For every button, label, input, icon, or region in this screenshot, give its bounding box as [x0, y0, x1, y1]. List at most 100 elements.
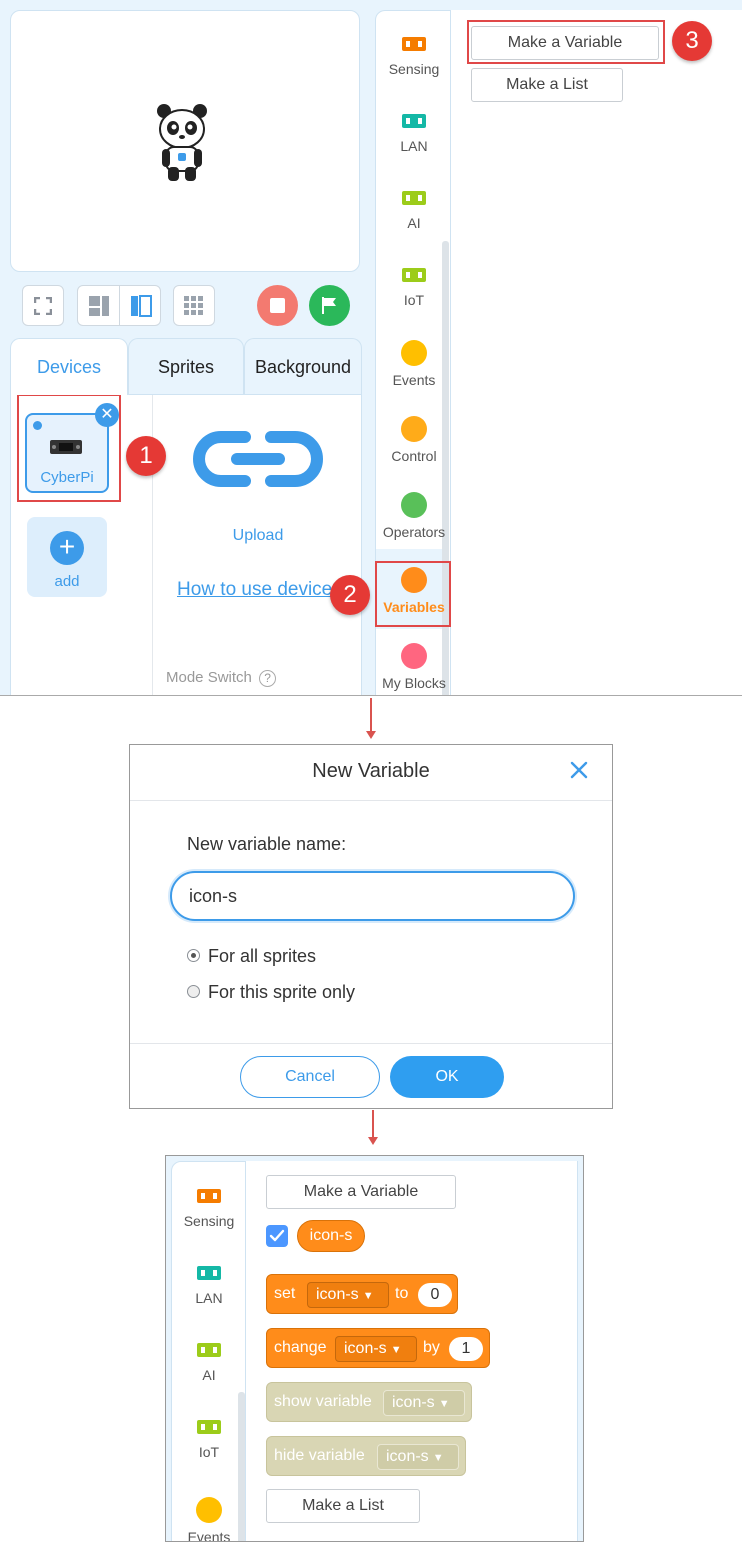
- layout-toggle[interactable]: [77, 285, 161, 326]
- category-operators[interactable]: Operators: [376, 492, 452, 540]
- stop-button[interactable]: [257, 285, 298, 326]
- radio-label: For all sprites: [208, 946, 317, 966]
- stage[interactable]: [10, 10, 360, 272]
- category-label: AI: [407, 215, 421, 231]
- hide-label: hide variable: [274, 1447, 365, 1464]
- category-control[interactable]: Control: [376, 416, 452, 464]
- operators-dot-icon: [401, 492, 427, 518]
- category-sensing[interactable]: Sensing: [376, 37, 452, 77]
- set-label: set: [274, 1285, 296, 1302]
- category-label: Control: [391, 448, 437, 464]
- make-list-button[interactable]: Make a List: [471, 68, 623, 102]
- panda-sprite[interactable]: [154, 103, 210, 183]
- checkmark-icon: [269, 1229, 285, 1242]
- radio-button[interactable]: [187, 985, 200, 998]
- how-to-use-device-link[interactable]: How to use device?: [177, 579, 343, 601]
- change-label: change: [274, 1339, 327, 1356]
- to-label: to: [395, 1285, 409, 1302]
- upload-label[interactable]: Upload: [191, 527, 325, 545]
- cancel-button[interactable]: Cancel: [240, 1056, 380, 1098]
- category-my-blocks[interactable]: My Blocks: [376, 643, 452, 691]
- category-lan[interactable]: LAN: [376, 114, 452, 154]
- change-variable-block[interactable]: change icon-s ▼ by 1: [266, 1328, 490, 1368]
- show-variable-block[interactable]: show variable icon-s ▼: [266, 1382, 472, 1422]
- large-stage-layout-icon[interactable]: [130, 295, 152, 317]
- radio-selected-dot: [191, 953, 196, 958]
- tab-devices[interactable]: Devices: [10, 338, 128, 395]
- hide-variable-block[interactable]: hide variable icon-s ▼: [266, 1436, 466, 1476]
- tab-background[interactable]: Background: [244, 338, 362, 394]
- layout-divider: [119, 286, 120, 325]
- radio-button[interactable]: [187, 949, 200, 962]
- my-blocks-dot-icon: [401, 643, 427, 669]
- fullscreen-button[interactable]: [22, 285, 64, 326]
- radio-label: For this sprite only: [208, 982, 356, 1002]
- flag-icon: [322, 297, 336, 314]
- by-label: by: [423, 1339, 440, 1356]
- ai-icon: [402, 191, 426, 205]
- lan-icon: [197, 1266, 221, 1280]
- show-label: show variable: [274, 1393, 372, 1410]
- ok-button[interactable]: OK: [390, 1056, 504, 1098]
- category-label: Events: [392, 372, 436, 388]
- variable-dropdown[interactable]: icon-s ▼: [377, 1444, 459, 1470]
- category-iot[interactable]: IoT: [172, 1420, 246, 1460]
- control-dot-icon: [401, 416, 427, 442]
- variable-dropdown[interactable]: icon-s ▼: [383, 1390, 465, 1416]
- flow-arrow-line: [372, 1110, 374, 1138]
- variable-visibility-checkbox[interactable]: [266, 1225, 288, 1247]
- grid-view-button[interactable]: [173, 285, 215, 326]
- add-label: add: [54, 573, 80, 590]
- variable-reporter-block[interactable]: icon-s: [297, 1220, 365, 1252]
- device-tabs: Devices Sprites Background CyberPi ✕ + a…: [10, 338, 362, 695]
- sensing-icon: [402, 37, 426, 51]
- stop-icon: [270, 298, 285, 313]
- category-label: LAN: [400, 138, 428, 154]
- sensing-icon: [197, 1189, 221, 1203]
- category-lan[interactable]: LAN: [172, 1266, 246, 1306]
- tab-sprites[interactable]: Sprites: [128, 338, 244, 394]
- variable-dropdown[interactable]: icon-s ▼: [307, 1282, 389, 1308]
- make-variable-button[interactable]: Make a Variable: [266, 1175, 456, 1209]
- set-variable-block[interactable]: set icon-s ▼ to 0: [266, 1274, 458, 1314]
- fullscreen-icon: [34, 297, 52, 315]
- small-stage-layout-icon[interactable]: [88, 295, 110, 317]
- flow-arrow-head-icon: [366, 731, 376, 739]
- iot-icon: [197, 1420, 221, 1434]
- category-ai[interactable]: AI: [172, 1343, 246, 1383]
- close-icon[interactable]: [570, 761, 588, 779]
- category-scrollbar[interactable]: [442, 241, 449, 695]
- category-label: Sensing: [183, 1213, 235, 1229]
- dropdown-caret-icon: ▼: [438, 1398, 450, 1410]
- change-value-input[interactable]: 1: [449, 1337, 483, 1361]
- category-sensing[interactable]: Sensing: [172, 1189, 246, 1229]
- category-label: IoT: [198, 1444, 220, 1460]
- make-list-button[interactable]: Make a List: [266, 1489, 420, 1523]
- category-label: Sensing: [388, 61, 440, 77]
- set-value-input[interactable]: 0: [418, 1283, 452, 1307]
- category-label: LAN: [195, 1290, 223, 1306]
- variable-name-label: New variable name:: [187, 834, 347, 854]
- category-events[interactable]: Events: [376, 340, 452, 388]
- flow-arrow-line: [370, 698, 372, 732]
- green-flag-button[interactable]: [309, 285, 350, 326]
- category-iot[interactable]: IoT: [376, 268, 452, 308]
- variable-dropdown[interactable]: icon-s ▼: [335, 1336, 417, 1362]
- new-variable-dialog: New Variable New variable name: For all …: [129, 744, 613, 1109]
- callout-1: 1: [126, 436, 166, 476]
- highlight-box-device: [17, 394, 121, 502]
- add-device-button[interactable]: + add: [27, 517, 107, 597]
- help-icon[interactable]: ?: [259, 670, 277, 687]
- category-events[interactable]: Events: [172, 1497, 246, 1541]
- events-dot-icon: [196, 1497, 222, 1523]
- events-dot-icon: [401, 340, 427, 366]
- dropdown-value: icon-s: [316, 1286, 359, 1303]
- mode-switch-label: Mode Switch ?: [166, 669, 277, 687]
- category-ai[interactable]: AI: [376, 191, 452, 231]
- highlight-box-make-variable: [467, 20, 665, 64]
- variable-name-input[interactable]: [170, 871, 575, 921]
- upload-link-icon[interactable]: [193, 431, 323, 487]
- dropdown-value: icon-s: [392, 1394, 435, 1411]
- iot-icon: [402, 268, 426, 282]
- callout-3: 3: [672, 21, 712, 61]
